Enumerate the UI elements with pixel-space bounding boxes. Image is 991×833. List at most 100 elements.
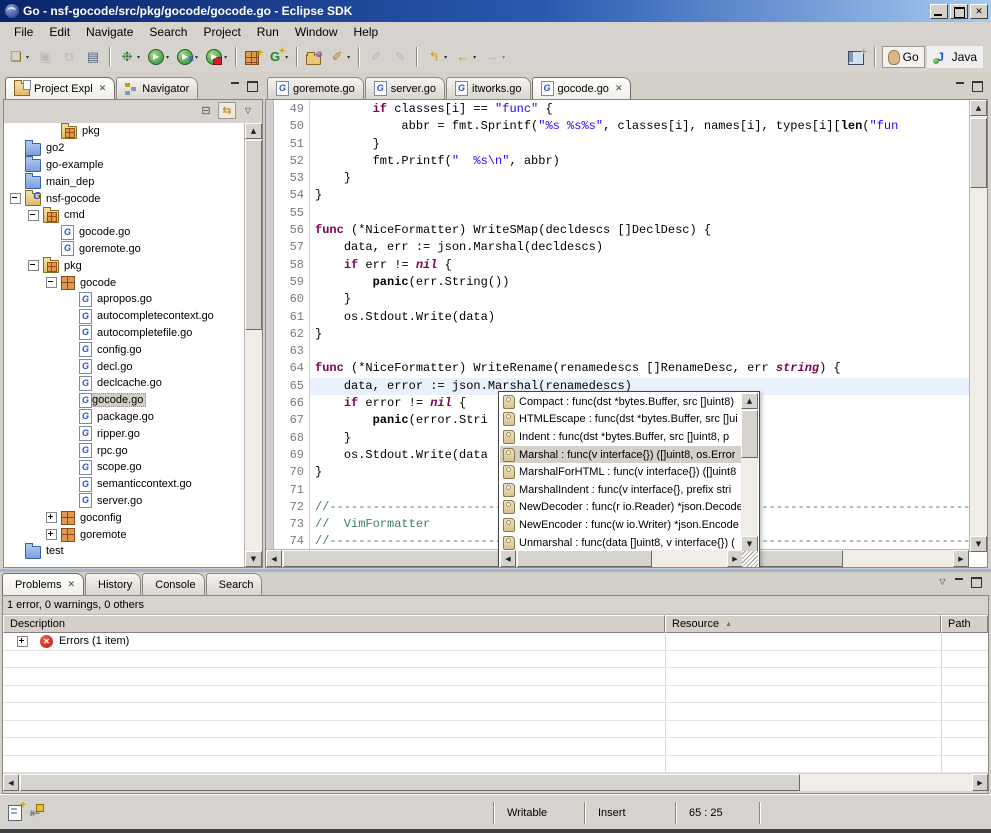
completion-marshal[interactable]: Marshal : func(v interface{}) ([]uint8, …: [500, 446, 741, 464]
tree-scroll-thumb[interactable]: [245, 140, 262, 330]
popup-resize-grip[interactable]: [742, 551, 758, 567]
title-bar[interactable]: Go - nsf-gocode/src/pkg/gocode/gocode.go…: [0, 0, 991, 22]
popup-vscroll-thumb[interactable]: [741, 410, 758, 458]
annotation-ruler[interactable]: [266, 100, 274, 550]
problems-minimize-button[interactable]: [953, 576, 966, 587]
explorer-view-menu-button[interactable]: ▽: [239, 102, 257, 119]
code-line-56[interactable]: 56func (*NiceFormatter) WriteSMap(declde…: [274, 222, 970, 239]
link-with-editor-button[interactable]: ⇆: [218, 102, 236, 119]
tree-item-autocompletecontext-go[interactable]: autocompletecontext.go: [4, 308, 262, 325]
tree-item-cmd[interactable]: cmd: [4, 207, 262, 224]
last-edit-location-dropdown-icon[interactable]: ▾: [444, 54, 447, 61]
tab-server-go[interactable]: server.go: [365, 77, 445, 99]
code-line-50[interactable]: 50 abbr = fmt.Sprintf("%s %s%s", classes…: [274, 118, 970, 135]
new-wizard-button[interactable]: ❏▾: [5, 46, 32, 68]
problems-row-errors-1-item[interactable]: Errors (1 item): [3, 633, 988, 651]
popup-hscrollbar[interactable]: ◀ ▶: [500, 550, 743, 567]
tab-search[interactable]: Search: [206, 573, 263, 595]
window-close-button[interactable]: ✕: [970, 4, 988, 19]
editor-vscroll-thumb[interactable]: [970, 118, 987, 188]
editor-maximize-button[interactable]: [971, 80, 984, 91]
tree-item-goconfig[interactable]: goconfig: [4, 509, 262, 526]
new-go-package-button[interactable]: [242, 46, 262, 68]
menu-run[interactable]: Run: [249, 23, 287, 41]
menu-search[interactable]: Search: [141, 23, 195, 41]
code-line-49[interactable]: 49 if classes[i] == "func" {: [274, 101, 970, 118]
tab-gocode-go[interactable]: gocode.go✕: [532, 77, 632, 99]
perspective-java[interactable]: Java: [927, 46, 983, 68]
tab-problems[interactable]: Problems✕: [2, 573, 84, 595]
tree-scroll-down-icon[interactable]: ▼: [245, 551, 262, 567]
menu-navigate[interactable]: Navigate: [78, 23, 141, 41]
forward-dropdown-icon[interactable]: ▾: [502, 54, 505, 61]
tree-item-apropos-go[interactable]: apropos.go: [4, 291, 262, 308]
popup-scroll-down-icon[interactable]: ▼: [741, 536, 758, 552]
tree-item-pkg[interactable]: pkg: [4, 123, 262, 140]
tree-item-decl-go[interactable]: decl.go: [4, 358, 262, 375]
tree-item-goremote[interactable]: goremote: [4, 526, 262, 543]
run-history-dropdown-icon[interactable]: ▾: [195, 54, 198, 61]
code-line-53[interactable]: 53 }: [274, 170, 970, 187]
editor-minimize-button[interactable]: [954, 80, 967, 91]
tree-item-nsf-gocode[interactable]: nsf-gocode: [4, 190, 262, 207]
run-dropdown-icon[interactable]: ▾: [166, 54, 169, 61]
back-button[interactable]: ←▾: [452, 46, 479, 68]
menu-file[interactable]: File: [6, 23, 41, 41]
code-line-54[interactable]: 54}: [274, 187, 970, 204]
editor-scroll-down-icon[interactable]: ▼: [970, 536, 987, 552]
tree-scrollbar[interactable]: ▲ ▼: [244, 123, 262, 567]
code-line-61[interactable]: 61 os.Stdout.Write(data): [274, 309, 970, 326]
popup-hscroll-thumb[interactable]: [517, 550, 652, 567]
completion-indent[interactable]: Indent : func(dst *bytes.Buffer, src []u…: [500, 428, 741, 446]
explorer-maximize-button[interactable]: [246, 80, 259, 91]
column-path[interactable]: Path: [941, 615, 988, 633]
debug-dropdown-icon[interactable]: ▾: [137, 54, 140, 61]
tree-item-package-go[interactable]: package.go: [4, 409, 262, 426]
code-line-57[interactable]: 57 data, err := json.Marshal(decldescs): [274, 239, 970, 256]
collapse-icon[interactable]: [46, 277, 57, 288]
window-minimize-button[interactable]: [930, 4, 948, 19]
tree-item-scope-go[interactable]: scope.go: [4, 459, 262, 476]
search-pen-button[interactable]: ✐▾: [326, 46, 353, 68]
collapse-icon[interactable]: [28, 260, 39, 271]
tab-history[interactable]: History: [85, 573, 141, 595]
code-line-64[interactable]: 64func (*NiceFormatter) WriteRename(rena…: [274, 360, 970, 377]
open-resource-button[interactable]: [303, 47, 324, 68]
code-line-59[interactable]: 59 panic(err.String()): [274, 274, 970, 291]
menu-window[interactable]: Window: [287, 23, 346, 41]
tree-item-semanticcontext-go[interactable]: semanticcontext.go: [4, 476, 262, 493]
code-line-63[interactable]: 63: [274, 343, 970, 360]
tree-item-go-example[interactable]: go-example: [4, 157, 262, 174]
menu-help[interactable]: Help: [346, 23, 387, 41]
column-description[interactable]: Description: [3, 615, 665, 633]
completion-htmlescape[interactable]: HTMLEscape : func(dst *bytes.Buffer, src…: [500, 411, 741, 429]
popup-vscrollbar[interactable]: ▲ ▼: [741, 393, 758, 552]
tab-console[interactable]: Console: [142, 573, 204, 595]
collapse-icon[interactable]: [10, 193, 21, 204]
tree-item-go2[interactable]: go2: [4, 140, 262, 157]
problems-hscrollbar[interactable]: ◀ ▶: [3, 774, 988, 791]
expand-icon[interactable]: [46, 512, 57, 523]
last-edit-location-button[interactable]: ↰▾: [423, 46, 450, 68]
tree-item-gocode-go[interactable]: gocode.go: [4, 392, 262, 409]
tree-item-main-dep[interactable]: main_dep: [4, 173, 262, 190]
problems-view-menu-button[interactable]: ▽: [936, 576, 949, 587]
tree-item-autocompletefile-go[interactable]: autocompletefile.go: [4, 325, 262, 342]
window-maximize-button[interactable]: [950, 4, 968, 19]
problems-scroll-left-icon[interactable]: ◀: [3, 774, 19, 791]
tree-item-ripper-go[interactable]: ripper.go: [4, 425, 262, 442]
close-tab-icon[interactable]: ✕: [615, 83, 623, 94]
back-dropdown-icon[interactable]: ▾: [473, 54, 476, 61]
tree-item-goremote-go[interactable]: goremote.go: [4, 241, 262, 258]
perspective-go[interactable]: Go: [882, 46, 925, 68]
tree-item-gocode-go[interactable]: gocode.go: [4, 224, 262, 241]
tree-scroll-up-icon[interactable]: ▲: [245, 123, 262, 139]
explorer-minimize-button[interactable]: [229, 80, 242, 91]
menu-project[interactable]: Project: [195, 23, 248, 41]
problems-maximize-button[interactable]: [970, 576, 983, 587]
column-resource[interactable]: Resource▲: [665, 615, 941, 633]
completion-compact[interactable]: Compact : func(dst *bytes.Buffer, src []…: [500, 393, 741, 411]
tree-item-gocode[interactable]: gocode: [4, 274, 262, 291]
code-line-52[interactable]: 52 fmt.Printf(" %s\n", abbr): [274, 153, 970, 170]
close-tab-icon[interactable]: ✕: [67, 579, 75, 590]
